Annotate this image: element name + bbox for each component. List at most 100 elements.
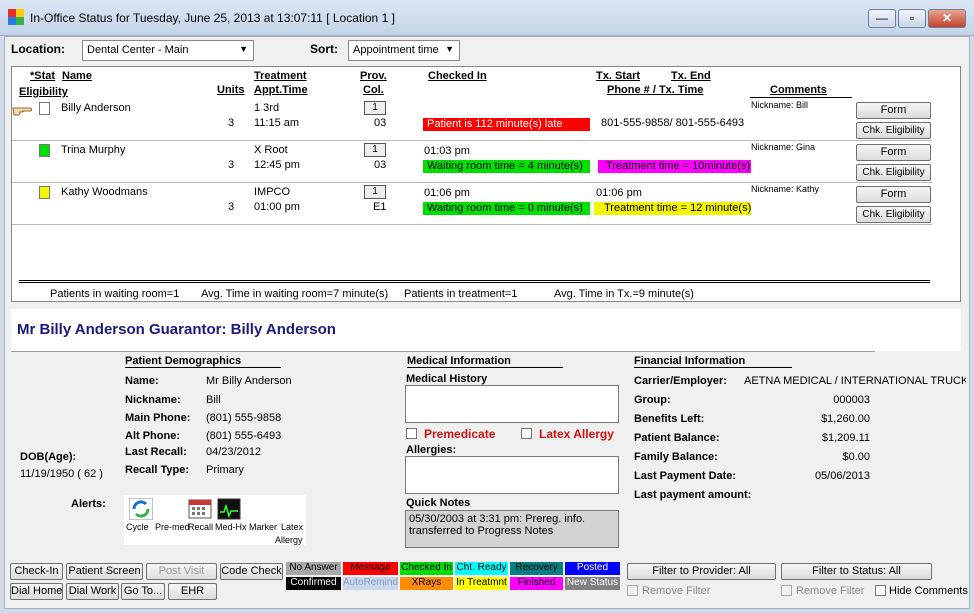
dial-work-button[interactable]: Dial Work [66,583,119,600]
family-balance-label: Family Balance: [634,451,718,463]
alert-latex-label: Latex [281,522,304,532]
dial-home-button[interactable]: Dial Home [10,583,63,600]
legend-xrays[interactable]: XRays [400,577,453,590]
quick-notes-box[interactable]: 05/30/2003 at 3:31 pm: Prereg. info. tra… [405,510,619,548]
main-phone-value: (801) 555-9858 [206,412,282,424]
remove-filter-provider-checkbox[interactable] [627,585,638,596]
status-indicator[interactable] [39,144,50,157]
form-button[interactable]: Form [856,186,931,203]
col-count-box[interactable]: 1 [364,101,386,115]
col-count-box[interactable]: 1 [364,185,386,199]
col-header-appt-time[interactable]: Appt.Time [254,84,308,96]
alert-premed-label: Pre-med [155,522,190,532]
sort-label: Sort: [310,42,338,56]
patient-name[interactable]: Billy Anderson [61,102,131,114]
check-eligibility-button[interactable]: Chk. Eligibility [856,122,931,139]
medical-history-box[interactable] [405,385,619,423]
col-header-tx-start[interactable]: Tx. Start [596,70,640,82]
demographics-underline [125,367,281,368]
medical-underline [407,367,563,368]
legend-autoremind[interactable]: AutoRemind [343,577,398,590]
check-eligibility-button[interactable]: Chk. Eligibility [856,164,931,181]
patient-name[interactable]: Trina Murphy [61,144,125,156]
col-header-checked-in[interactable]: Checked In [428,70,487,82]
legend-in-treatment[interactable]: In Treatmnt [455,577,508,590]
location-label: Location: [11,42,65,56]
filter-provider-button[interactable]: Filter to Provider: All [627,563,776,580]
allergies-box[interactable] [405,456,619,494]
col-header-col[interactable]: Col. [363,84,384,96]
legend-posted[interactable]: Posted [565,562,620,575]
last-recall-value: 04/23/2012 [206,446,262,458]
legend-new-status[interactable]: New Status [565,577,620,590]
row-divider [12,140,932,141]
col-header-eligibility[interactable]: Eligibility [19,86,68,98]
legend-no-answer[interactable]: No Answer [286,562,341,575]
alt-phone-label: Alt Phone: [125,430,180,442]
col-header-comments[interactable]: Comments [770,84,827,96]
patient-screen-button[interactable]: Patient Screen [66,563,143,580]
alert-medhx-label: Med-Hx [215,522,247,532]
legend-chart-ready[interactable]: Cht. Ready [455,562,508,575]
patient-comment: Nickname: Gina [751,142,816,152]
go-to-button[interactable]: Go To... [121,583,165,600]
status-indicator[interactable] [39,102,50,115]
last-payment-amount-label: Last payment amount: [634,489,752,501]
form-button[interactable]: Form [856,144,931,161]
medical-title: Medical Information [407,355,511,367]
dob-value: 11/19/1950 ( 62 ) [20,468,103,480]
recall-icon[interactable] [188,498,212,520]
close-button[interactable]: ✕ [928,9,966,28]
latex-allergy-label: Latex Allergy [539,427,614,441]
group-value: 000003 [833,394,870,406]
patient-name[interactable]: Kathy Woodmans [61,186,148,198]
col-header-tx-end[interactable]: Tx. End [671,70,711,82]
premedicate-checkbox[interactable] [406,428,417,439]
patient-provider: E1 [373,201,387,213]
patient-provider: 03 [374,159,387,171]
row-divider [12,224,932,225]
col-count-box[interactable]: 1 [364,143,386,157]
sort-select[interactable]: Appointment time ▼ [348,40,460,61]
header-divider [11,351,875,352]
patient-tx-start: 01:06 pm [596,187,642,199]
latex-allergy-checkbox[interactable] [521,428,532,439]
col-header-stat[interactable]: *Stat [30,70,55,82]
col-header-phone-tx-time[interactable]: Phone # / Tx. Time [607,84,703,96]
remove-filter-status-checkbox[interactable] [781,585,792,596]
name-label: Name: [125,375,159,387]
financial-title: Financial Information [634,355,746,367]
avg-waiting-time: Avg. Time in waiting room=7 minute(s) [201,288,389,300]
legend-confirmed[interactable]: Confirmed [286,577,341,590]
code-check-button[interactable]: Code Check [220,563,283,580]
alert-recall-label: Recall [188,522,214,532]
demographics-title: Patient Demographics [125,355,242,367]
treatment-status-bar: Treatment time = 10minute(s) [598,160,751,173]
col-header-prov[interactable]: Prov. [360,70,387,82]
form-button[interactable]: Form [856,102,931,119]
legend-checked-in[interactable]: Checked In [400,562,453,575]
carrier-value: AETNA MEDICAL / INTERNATIONAL TRUCK [744,375,966,387]
status-indicator[interactable] [39,186,50,199]
hide-comments-checkbox[interactable] [875,585,886,596]
patient-treatment: X Root [254,144,288,156]
check-in-button[interactable]: Check-In [10,563,63,580]
col-header-treatment[interactable]: Treatment [254,70,307,82]
legend-recovery[interactable]: Recovery [510,562,563,575]
patient-comment: Nickname: Bill [751,100,809,110]
ehr-button[interactable]: EHR [168,583,217,600]
legend-finished[interactable]: Finished [510,577,563,590]
post-visit-button[interactable]: Post Visit [146,563,217,580]
legend-message[interactable]: Message [343,562,398,575]
maximize-button[interactable]: ▫ [898,9,926,28]
filter-status-button[interactable]: Filter to Status: All [781,563,932,580]
col-header-name[interactable]: Name [62,70,92,82]
col-header-units[interactable]: Units [217,84,245,96]
med-hx-icon[interactable] [217,498,241,520]
minimize-button[interactable]: — [868,9,896,28]
location-select[interactable]: Dental Center - Main ▼ [82,40,254,61]
check-eligibility-button[interactable]: Chk. Eligibility [856,206,931,223]
cycle-icon[interactable] [128,497,154,521]
remove-filter-provider-label: Remove Filter [642,585,711,597]
patient-checked-in: 01:03 pm [424,145,470,157]
